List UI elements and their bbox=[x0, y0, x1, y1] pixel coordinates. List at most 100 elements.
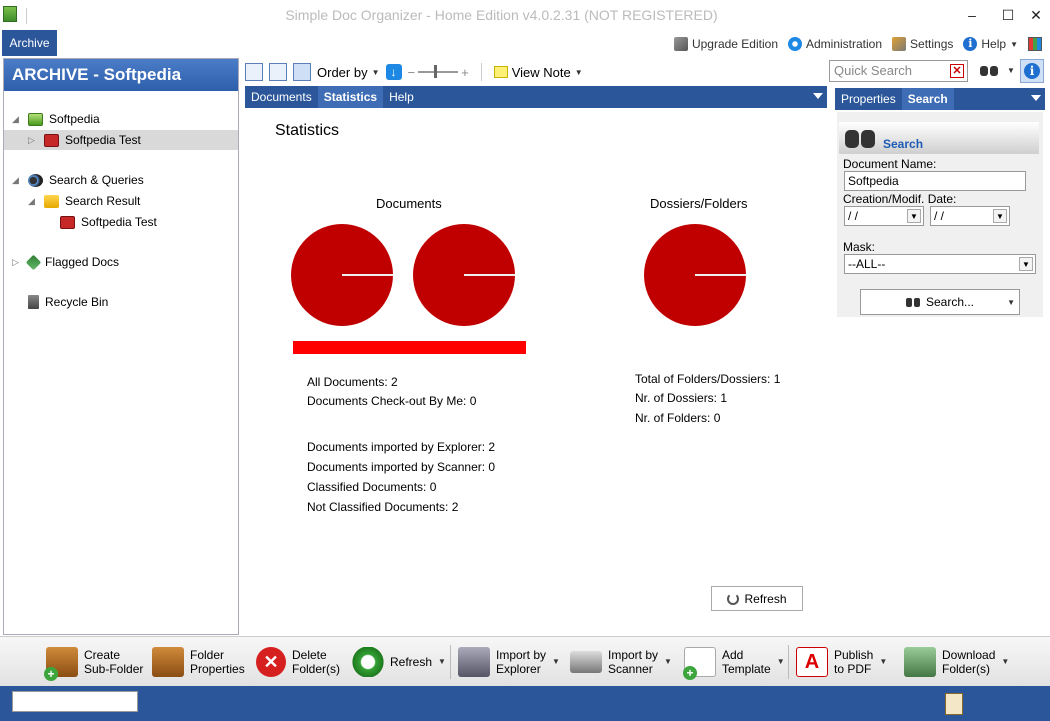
details-view-icon[interactable] bbox=[269, 63, 287, 81]
list-view-icon[interactable] bbox=[245, 63, 263, 81]
tab-search[interactable]: Search bbox=[901, 88, 954, 110]
search-dropdown-icon[interactable]: ▼ bbox=[1007, 66, 1015, 75]
upgrade-icon bbox=[673, 37, 688, 51]
download-folders-button[interactable]: Download Folder(s) ▼ bbox=[904, 645, 1009, 679]
menu-row: Archive Upgrade Edition Administration S… bbox=[0, 30, 1050, 56]
upgrade-edition-link[interactable]: Upgrade Edition bbox=[673, 37, 778, 51]
center-tab-strip: Documents Statistics Help bbox=[245, 86, 827, 108]
sort-direction-icon[interactable]: ↓ bbox=[385, 64, 402, 80]
create-subfolder-button[interactable]: CreateSub-Folder bbox=[44, 645, 144, 681]
archive-header: ARCHIVE - Softpedia bbox=[4, 59, 238, 91]
tab-properties[interactable]: Properties bbox=[835, 88, 902, 110]
create-subfolder-label: Create Sub-Folder bbox=[84, 648, 144, 676]
clipboard-icon[interactable] bbox=[945, 693, 963, 715]
settings-link[interactable]: Settings bbox=[892, 37, 953, 51]
help-link[interactable]: i Help ▼ bbox=[963, 37, 1018, 51]
administration-link[interactable]: Administration bbox=[788, 37, 882, 51]
archive-tab[interactable]: Archive bbox=[2, 30, 57, 56]
collapse-icon[interactable]: ◢ bbox=[28, 196, 38, 207]
tab-statistics[interactable]: Statistics bbox=[317, 86, 384, 108]
chevron-down-icon[interactable]: ▼ bbox=[1007, 298, 1015, 307]
publish-pdf-button[interactable]: Publishto PDF ▼ bbox=[796, 645, 887, 679]
binoculars-icon bbox=[905, 296, 920, 308]
maximize-button[interactable]: ☐ bbox=[998, 6, 1018, 24]
chevron-down-icon[interactable]: ▼ bbox=[1001, 655, 1009, 669]
tree-node-flagged-docs[interactable]: ▷ Flagged Docs bbox=[12, 252, 119, 272]
stat-classified: Classified Documents: 0 bbox=[307, 480, 437, 494]
chevron-down-icon[interactable]: ▼ bbox=[438, 655, 446, 669]
chevron-down-icon[interactable]: ▼ bbox=[993, 209, 1007, 223]
theme-grid-icon[interactable] bbox=[1028, 37, 1042, 51]
clear-search-icon[interactable]: ✕ bbox=[950, 64, 964, 78]
zoom-slider[interactable]: − + bbox=[408, 65, 469, 80]
toolbar-separator bbox=[480, 63, 482, 81]
document-name-field[interactable]: Softpedia bbox=[844, 171, 1026, 191]
tree-node-softpedia[interactable]: ◢ Softpedia bbox=[12, 109, 100, 129]
zoom-knob[interactable] bbox=[434, 65, 438, 78]
date-to-value: / / bbox=[934, 209, 945, 223]
view-note-dropdown[interactable]: View Note ▼ bbox=[493, 64, 583, 80]
stat-total-folders: Total of Folders/Dossiers: 1 bbox=[635, 372, 781, 386]
binoculars-icon bbox=[843, 124, 877, 150]
quick-search-input[interactable]: Quick Search ✕ bbox=[829, 60, 968, 82]
chevron-down-icon[interactable]: ▼ bbox=[879, 655, 887, 669]
collapse-icon[interactable]: ◢ bbox=[12, 114, 22, 125]
chevron-down-icon[interactable]: ▼ bbox=[777, 655, 785, 669]
folder-properties-button[interactable]: Folder Properties bbox=[152, 645, 245, 679]
search-button[interactable]: Search... ▼ bbox=[860, 289, 1020, 315]
tree-node-search-queries[interactable]: ◢ Search & Queries bbox=[12, 170, 144, 190]
scanner-icon bbox=[570, 651, 602, 673]
archive-icon bbox=[28, 112, 43, 126]
toolbar-separator bbox=[450, 645, 451, 679]
help-dropdown-icon[interactable]: ▼ bbox=[1010, 40, 1018, 49]
zoom-track[interactable] bbox=[418, 65, 459, 78]
case-icon bbox=[44, 133, 59, 147]
minimize-button[interactable]: – bbox=[962, 6, 982, 24]
expand-icon[interactable]: ▷ bbox=[12, 257, 22, 268]
zoom-in-icon[interactable]: + bbox=[461, 65, 469, 80]
binoculars-icon[interactable] bbox=[980, 62, 998, 78]
right-tabs-dropdown-icon[interactable] bbox=[1031, 95, 1041, 101]
expand-icon[interactable]: ▷ bbox=[28, 135, 38, 146]
refresh-button[interactable]: Refresh bbox=[711, 586, 803, 611]
date-to-picker[interactable]: / / ▼ bbox=[930, 206, 1010, 226]
note-icon bbox=[493, 66, 508, 78]
order-by-label: Order by bbox=[317, 64, 368, 80]
refresh-toolbar-button[interactable]: Refresh ▼ bbox=[352, 645, 446, 679]
import-explorer-button[interactable]: Import by Explorer ▼ bbox=[458, 645, 560, 679]
tree-node-search-softpedia-test[interactable]: Softpedia Test bbox=[60, 212, 157, 232]
chevron-down-icon[interactable]: ▼ bbox=[664, 655, 672, 669]
settings-label: Settings bbox=[910, 37, 954, 51]
tabs-dropdown-icon[interactable] bbox=[813, 93, 823, 99]
date-from-value: / / bbox=[848, 209, 859, 223]
mask-select[interactable]: --ALL-- ▼ bbox=[844, 254, 1036, 274]
refresh-toolbar-label: Refresh bbox=[390, 655, 433, 669]
stat-folders: Nr. of Folders: 0 bbox=[635, 411, 721, 425]
add-template-button[interactable]: AddTemplate ▼ bbox=[683, 645, 785, 680]
tab-help[interactable]: Help bbox=[383, 86, 420, 108]
delete-folders-button[interactable]: DeleteFolder(s) bbox=[256, 645, 340, 679]
import-scanner-button[interactable]: Import by Scanner ▼ bbox=[570, 645, 672, 679]
date-from-picker[interactable]: / / ▼ bbox=[844, 206, 924, 226]
chevron-down-icon[interactable]: ▼ bbox=[907, 209, 921, 223]
tree-node-recycle-bin[interactable]: Recycle Bin bbox=[28, 292, 108, 312]
tab-documents[interactable]: Documents bbox=[245, 86, 318, 108]
info-button[interactable]: i bbox=[1020, 59, 1044, 83]
chevron-down-icon[interactable]: ▼ bbox=[552, 655, 560, 669]
chevron-down-icon[interactable]: ▼ bbox=[1019, 257, 1033, 271]
thumbnail-view-icon[interactable] bbox=[293, 63, 311, 81]
refresh-label: Refresh bbox=[744, 591, 787, 606]
zoom-out-icon[interactable]: − bbox=[408, 65, 416, 80]
order-by-dropdown[interactable]: Order by ▼ bbox=[317, 65, 380, 80]
bottom-toolbar: CreateSub-Folder FolderProperties Delete… bbox=[0, 636, 1050, 686]
search-heading: Search bbox=[883, 137, 924, 151]
tree-node-softpedia-test[interactable]: ▷ Softpedia Test bbox=[4, 130, 238, 150]
collapse-icon[interactable]: ◢ bbox=[12, 175, 22, 186]
tree-node-search-result[interactable]: ◢ Search Result bbox=[28, 191, 140, 211]
close-button[interactable]: ✕ bbox=[1026, 6, 1046, 24]
download-folders-label: Download Folder(s) bbox=[942, 648, 996, 676]
view-note-label: View Note bbox=[511, 64, 571, 80]
help-icon: i bbox=[963, 37, 978, 51]
import-explorer-label: Import by Explorer bbox=[496, 648, 547, 676]
folders-pie bbox=[644, 224, 746, 326]
